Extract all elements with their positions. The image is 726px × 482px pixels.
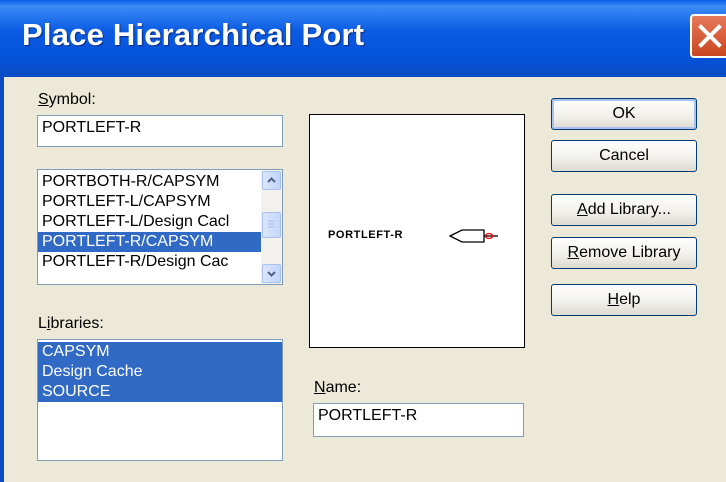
list-item[interactable]: PORTBOTH-R/CAPSYM [38,172,262,192]
symbol-label: Symbol: [38,91,96,108]
cancel-button[interactable]: Cancel [551,140,697,172]
add-library-button[interactable]: Add Library... [551,194,697,226]
libraries-list[interactable]: CAPSYM Design Cache SOURCE [37,339,283,461]
dialog-title: Place Hierarchical Port [22,17,365,52]
list-item[interactable]: PORTLEFT-R/Design Cac [38,252,262,272]
scroll-up-button[interactable] [262,171,281,190]
port-symbol-icon [448,229,498,243]
chevron-down-icon [267,271,276,277]
dialog-window: Place Hierarchical Port Symbol: PORTLEFT… [0,0,726,482]
list-item-selected[interactable]: PORTLEFT-R/CAPSYM [38,232,262,252]
title-bar[interactable]: Place Hierarchical Port [0,0,726,77]
list-item[interactable]: PORTLEFT-L/CAPSYM [38,192,262,212]
symbol-input[interactable]: PORTLEFT-R [37,115,283,147]
window-left-border [0,77,4,482]
grip-icon [268,220,275,228]
list-item-selected[interactable]: Design Cache [38,362,282,382]
name-input[interactable]: PORTLEFT-R [313,403,524,437]
name-label: Name: [314,379,362,396]
preview-port-label: PORTLEFT-R [328,229,404,241]
list-item-selected[interactable]: CAPSYM [38,342,282,362]
close-button[interactable] [690,14,726,58]
list-item[interactable]: PORTLEFT-L/Design Cacl [38,212,262,232]
chevron-up-icon [267,177,276,183]
list-item-selected[interactable]: SOURCE [38,382,282,402]
libraries-label: Libraries: [38,315,104,332]
scroll-down-button[interactable] [262,264,281,283]
help-button[interactable]: Help [551,284,697,316]
close-icon [698,24,722,48]
symbol-list[interactable]: PORTBOTH-R/CAPSYM PORTLEFT-L/CAPSYM PORT… [37,169,283,285]
ok-button[interactable]: OK [551,98,697,130]
scroll-thumb[interactable] [262,212,281,238]
symbol-preview: PORTLEFT-R [309,114,525,348]
symbol-list-scrollbar[interactable] [261,170,282,284]
dialog-body: Symbol: PORTLEFT-R PORTBOTH-R/CAPSYM POR… [0,77,726,482]
remove-library-button[interactable]: Remove Library [551,237,697,269]
